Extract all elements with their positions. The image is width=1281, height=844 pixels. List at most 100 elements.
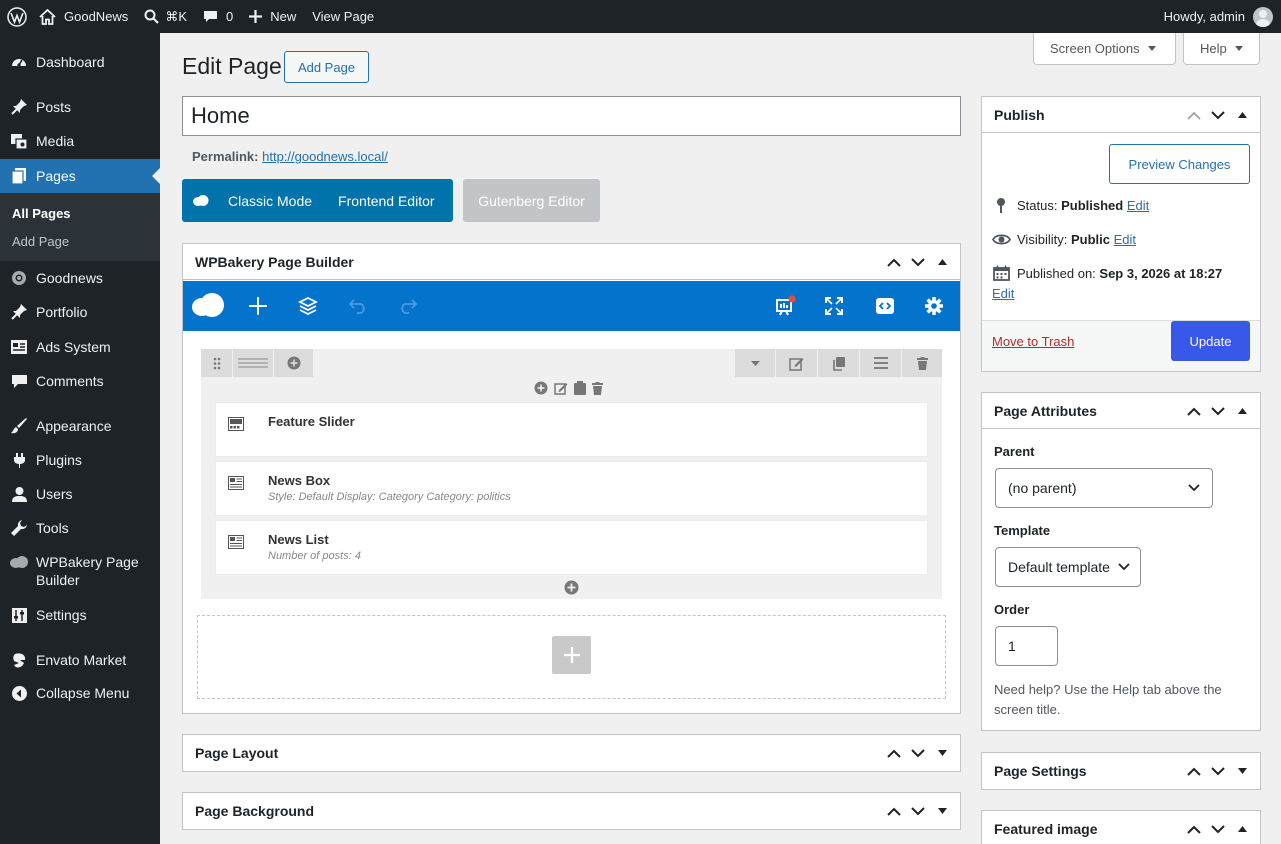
chevron-down-icon[interactable] [1206, 110, 1230, 120]
command-palette-button[interactable]: ⌘K [136, 0, 195, 33]
post-title-input[interactable]: Home [182, 96, 961, 136]
row-delete-icon[interactable] [902, 349, 942, 377]
page-settings-header[interactable]: Page Settings [982, 753, 1260, 789]
edit-date-link[interactable]: Edit [992, 286, 1014, 301]
element-feature-slider[interactable]: Feature Slider [215, 402, 928, 457]
featured-image-header[interactable]: Featured image [982, 811, 1260, 844]
submenu-add-page[interactable]: Add Page [12, 234, 69, 249]
preview-changes-button[interactable]: Preview Changes [1109, 144, 1250, 184]
chevron-down-icon[interactable] [1206, 406, 1230, 416]
menu-item-posts[interactable]: Posts [0, 90, 160, 124]
menu-item-envato-market[interactable]: Envato Market [0, 643, 160, 677]
chevron-down-icon[interactable] [906, 257, 930, 267]
menu-item-dashboard[interactable]: Dashboard [0, 45, 160, 79]
plus-icon [249, 10, 263, 23]
wpbakery-mode-bar: Classic Mode Frontend Editor [182, 179, 453, 222]
status-label: Status: [1017, 198, 1058, 213]
collapse-menu-button[interactable]: Collapse Menu [0, 676, 160, 710]
permalink-url[interactable]: http://goodnews.local/ [262, 149, 388, 164]
templates-layers-icon[interactable] [296, 294, 320, 318]
edit-visibility-link[interactable]: Edit [1114, 232, 1136, 247]
page-layout-header[interactable]: Page Layout [183, 735, 960, 771]
row-drag-handle[interactable] [201, 349, 232, 377]
chevron-up-icon[interactable] [1182, 767, 1206, 776]
menu-item-portfolio[interactable]: Portfolio [0, 295, 160, 329]
add-element-bottom-icon[interactable] [564, 580, 579, 595]
toggle-arrow-icon[interactable] [1230, 826, 1254, 832]
menu-item-users[interactable]: Users [0, 477, 160, 511]
move-to-trash-link[interactable]: Move to Trash [992, 334, 1074, 349]
redo-icon[interactable] [396, 294, 420, 318]
menu-item-settings[interactable]: Settings [0, 598, 160, 632]
frontend-editor-button[interactable]: Frontend Editor [338, 193, 435, 209]
order-input[interactable]: 1 [995, 626, 1058, 666]
edit-status-link[interactable]: Edit [1127, 198, 1149, 213]
menu-item-pages[interactable]: Pages [0, 159, 160, 193]
column-add-icon[interactable] [534, 381, 548, 395]
site-name-link[interactable]: GoodNews [33, 0, 136, 33]
menu-item-tools[interactable]: Tools [0, 511, 160, 545]
row-toggle-icon[interactable] [735, 349, 775, 377]
chevron-up-icon[interactable] [882, 807, 906, 816]
submenu-all-pages[interactable]: All Pages [12, 206, 71, 221]
chevron-up-icon[interactable] [882, 749, 906, 758]
wrench-icon [0, 519, 36, 537]
add-page-button[interactable]: Add Page [284, 51, 369, 83]
chevron-up-icon[interactable] [1182, 111, 1206, 120]
page-title: Edit Page [182, 53, 282, 79]
page-background-header[interactable]: Page Background [183, 793, 960, 829]
view-page-link[interactable]: View Page [304, 0, 382, 33]
row-add-column-icon[interactable] [274, 349, 313, 377]
menu-item-appearance[interactable]: Appearance [0, 409, 160, 443]
chevron-up-icon[interactable] [1182, 407, 1206, 416]
toggle-arrow-icon[interactable] [930, 750, 954, 756]
parent-select[interactable]: (no parent) [995, 468, 1213, 508]
template-select[interactable]: Default template [995, 547, 1141, 587]
menu-item-ads-system[interactable]: Ads System [0, 330, 160, 364]
row-clone-icon[interactable] [818, 349, 859, 377]
comment-icon [0, 373, 36, 390]
update-button[interactable]: Update [1171, 321, 1250, 361]
my-account[interactable]: Howdy, admin [1164, 6, 1281, 27]
row-layout-icon[interactable] [233, 349, 273, 377]
column-edit-icon[interactable] [554, 381, 568, 395]
toggle-arrow-icon[interactable] [1230, 112, 1254, 118]
row-menu-icon[interactable] [860, 349, 901, 377]
chevron-down-icon[interactable] [906, 748, 930, 758]
featured-image-metabox: Featured image [981, 810, 1261, 844]
seo-notification-icon[interactable] [773, 294, 797, 318]
settings-gear-icon[interactable] [922, 294, 946, 318]
wpbakery-logo-icon[interactable] [191, 290, 225, 320]
menu-item-goodnews[interactable]: Goodnews [0, 261, 160, 295]
row-edit-icon[interactable] [776, 349, 817, 377]
element-news-list[interactable]: News List Number of posts: 4 [215, 520, 928, 575]
add-row-button[interactable] [552, 636, 591, 674]
new-content-link[interactable]: New [241, 0, 304, 33]
screen-options-button[interactable]: Screen Options [1033, 33, 1176, 65]
menu-item-wpbakery[interactable]: WPBakery Page Builder [0, 553, 160, 593]
element-news-box[interactable]: News Box Style: Default Display: Categor… [215, 461, 928, 516]
menu-item-media[interactable]: Media [0, 124, 160, 158]
menu-item-comments[interactable]: Comments [0, 364, 160, 398]
chevron-down-icon[interactable] [1206, 766, 1230, 776]
column-delete-icon[interactable] [592, 381, 603, 395]
toggle-arrow-icon[interactable] [1230, 408, 1254, 414]
toggle-arrow-icon[interactable] [930, 808, 954, 814]
chevron-down-icon[interactable] [906, 806, 930, 816]
custom-css-icon[interactable] [873, 294, 897, 318]
comments-link[interactable]: 0 [195, 0, 241, 33]
toggle-arrow-icon[interactable] [930, 259, 954, 265]
fullscreen-icon[interactable] [822, 294, 846, 318]
chevron-up-icon[interactable] [882, 258, 906, 267]
chevron-up-icon[interactable] [1182, 825, 1206, 834]
wordpress-logo-icon[interactable] [0, 0, 33, 33]
toggle-arrow-icon[interactable] [1230, 768, 1254, 774]
classic-mode-button[interactable]: Classic Mode [228, 193, 312, 209]
gutenberg-editor-button[interactable]: Gutenberg Editor [463, 179, 600, 222]
chevron-down-icon[interactable] [1206, 824, 1230, 834]
menu-item-plugins[interactable]: Plugins [0, 443, 160, 477]
undo-icon[interactable] [346, 294, 370, 318]
add-element-icon[interactable] [246, 294, 270, 318]
column-paste-icon[interactable] [574, 381, 586, 395]
help-button[interactable]: Help [1183, 33, 1260, 65]
